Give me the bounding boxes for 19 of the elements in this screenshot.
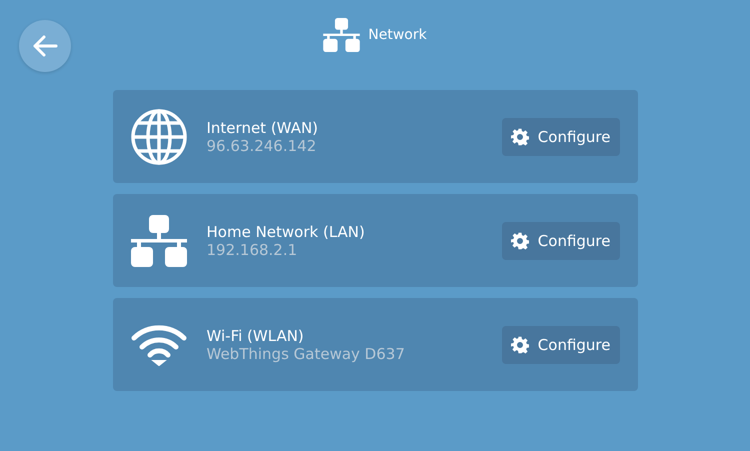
connection-name: Internet (WAN) <box>206 118 320 136</box>
globe-icon <box>130 108 186 164</box>
connection-name: Wi-Fi (WLAN) <box>206 326 305 344</box>
connection-detail: WebThings Gateway D637 <box>206 344 406 362</box>
connection-detail: 192.168.2.1 <box>206 240 298 258</box>
gear-icon <box>510 128 529 146</box>
gear-icon <box>510 336 529 354</box>
network-icon <box>130 214 186 266</box>
network-icon <box>323 18 360 52</box>
back-button[interactable] <box>19 20 71 72</box>
configure-button[interactable]: Configure <box>502 326 620 364</box>
connection-detail: 96.63.246.142 <box>206 136 318 154</box>
configure-button[interactable]: Configure <box>502 222 620 260</box>
connection-name: Home Network (LAN) <box>206 222 366 240</box>
configure-button[interactable]: Configure <box>502 118 620 156</box>
back-arrow-icon <box>32 35 58 57</box>
page-title: Network <box>368 27 427 43</box>
wifi-icon <box>130 324 186 366</box>
gear-icon <box>510 232 529 250</box>
